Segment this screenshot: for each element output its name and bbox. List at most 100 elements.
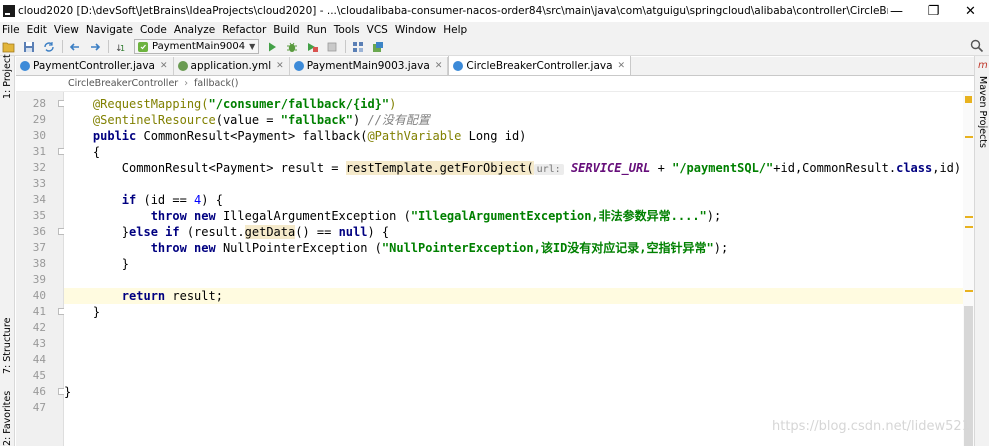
code-token: "fallback" [280,113,354,127]
favorites-tool-tab[interactable]: 2: Favorites [2,391,13,446]
svg-text:1: 1 [120,44,125,53]
error-stripe[interactable] [963,92,974,446]
breadcrumb-method[interactable]: fallback() [194,78,238,89]
code-line[interactable]: { [64,144,974,160]
sdk-settings-icon[interactable] [371,40,385,54]
line-number: 37 [32,241,46,254]
tab-paymentmain9003[interactable]: PaymentMain9003.java ✕ [290,57,449,75]
code-line[interactable]: } [64,256,974,272]
line-number: 41 [32,305,46,318]
code-line[interactable]: public CommonResult<Payment> fallback(@P… [64,128,974,144]
menu-tools[interactable]: Tools [334,24,360,36]
code-line[interactable]: @RequestMapping("/consumer/fallback/{id}… [64,96,974,112]
line-number: 31 [32,145,46,158]
close-icon[interactable]: ✕ [618,61,626,71]
tab-label: application.yml [190,60,272,72]
menu-window[interactable]: Window [395,24,436,36]
menu-analyze[interactable]: Analyze [174,24,215,36]
code-line[interactable]: @SentinelResource(value = "fallback") //… [64,112,974,128]
code-line[interactable] [64,368,974,384]
code-line[interactable]: throw new NullPointerException ("NullPoi… [64,240,974,256]
run-icon[interactable] [265,40,279,54]
menu-help[interactable]: Help [443,24,467,36]
breadcrumb-separator-icon: › [184,78,189,89]
line-number: 43 [32,337,46,350]
code-editor[interactable]: @RequestMapping("/consumer/fallback/{id}… [64,92,974,446]
close-button[interactable]: ✕ [952,0,989,22]
highlight-marker[interactable] [965,226,973,228]
menu-build[interactable]: Build [273,24,299,36]
code-line[interactable] [64,176,974,192]
breadcrumb-class[interactable]: CircleBreakerController [68,78,178,89]
save-all-icon[interactable] [22,40,36,54]
tab-label: PaymentMain9003.java [306,60,430,72]
tab-paymentcontroller[interactable]: PaymentController.java ✕ [16,57,174,75]
line-number: 44 [32,353,46,366]
open-folder-icon[interactable] [2,40,16,54]
menu-navigate[interactable]: Navigate [86,24,133,36]
debug-icon[interactable] [285,40,299,54]
line-number: 28 [32,97,46,110]
breadcrumb: CircleBreakerController › fallback() [16,76,974,92]
tab-label: CircleBreakerController.java [466,59,613,72]
run-configuration-dropdown[interactable]: PaymentMain9004 ▼ [134,39,260,54]
maven-projects-tool-tab[interactable]: Maven Projects [977,76,988,148]
project-tool-tab[interactable]: 1: Project [2,54,13,99]
close-icon[interactable]: ✕ [276,61,284,71]
code-token: throw new [150,209,216,223]
warning-marker-icon[interactable] [965,96,972,103]
code-line[interactable] [64,336,974,352]
maximize-button[interactable]: ❐ [915,0,952,22]
yaml-file-icon [177,61,188,71]
menu-edit[interactable]: Edit [27,24,47,36]
highlight-marker[interactable] [965,216,973,218]
menu-code[interactable]: Code [140,24,167,36]
line-number-gutter[interactable]: 28 29 30 31 32 33 34 35 36 37 38 39 40 41 42 43 44 45 46 47 [16,92,65,446]
code-line[interactable]: throw new IllegalArgumentException ("Ill… [64,208,974,224]
project-structure-icon[interactable] [351,40,365,54]
structure-tool-tab[interactable]: 7: Structure [2,318,13,374]
tab-application-yml[interactable]: application.yml ✕ [174,57,290,75]
code-line[interactable] [64,272,974,288]
code-line[interactable]: return result; [64,288,974,304]
code-line[interactable] [64,400,974,416]
code-token: CommonResult<Payment> fallback( [136,129,368,143]
code-token: @PathVariable [367,129,462,143]
code-line[interactable]: if (id == 4) { [64,192,974,208]
close-icon[interactable]: ✕ [160,61,168,71]
menu-file[interactable]: File [2,24,20,36]
right-tool-stripe: m Maven Projects [974,56,989,446]
run-with-coverage-icon[interactable] [305,40,319,54]
highlight-marker[interactable] [965,136,973,138]
forward-arrow-icon[interactable] [88,40,102,54]
back-arrow-icon[interactable] [68,40,82,54]
code-token: if [121,193,137,207]
menu-vcs[interactable]: VCS [367,24,388,36]
code-token: @SentinelResource [92,113,216,127]
code-line[interactable]: } [64,384,974,400]
highlight-marker[interactable] [965,290,973,292]
menu-bar: File Edit View Navigate Code Analyze Ref… [0,22,989,38]
menu-view[interactable]: View [54,24,79,36]
menu-refactor[interactable]: Refactor [222,24,266,36]
code-line[interactable]: } [64,304,974,320]
code-token: } [64,225,130,239]
code-line[interactable]: }else if (result.getData() == null) { [64,224,974,240]
close-icon[interactable]: ✕ [435,61,443,71]
stop-icon[interactable] [325,40,339,54]
menu-run[interactable]: Run [307,24,327,36]
code-line[interactable]: CommonResult<Payment> result = restTempl… [64,160,974,176]
code-token: (id == [136,193,195,207]
code-line[interactable] [64,320,974,336]
synchronize-icon[interactable] [42,40,56,54]
build-sort-icon[interactable]: ↓ 1 [114,40,128,54]
minimize-button[interactable]: — [878,0,915,22]
toolbar-separator [345,40,347,53]
line-number: 33 [32,177,46,190]
code-line[interactable] [64,352,974,368]
tab-circlebreakercontroller[interactable]: CircleBreakerController.java ✕ [448,56,632,75]
search-everywhere-icon[interactable] [970,39,984,53]
code-token: } [64,385,72,399]
